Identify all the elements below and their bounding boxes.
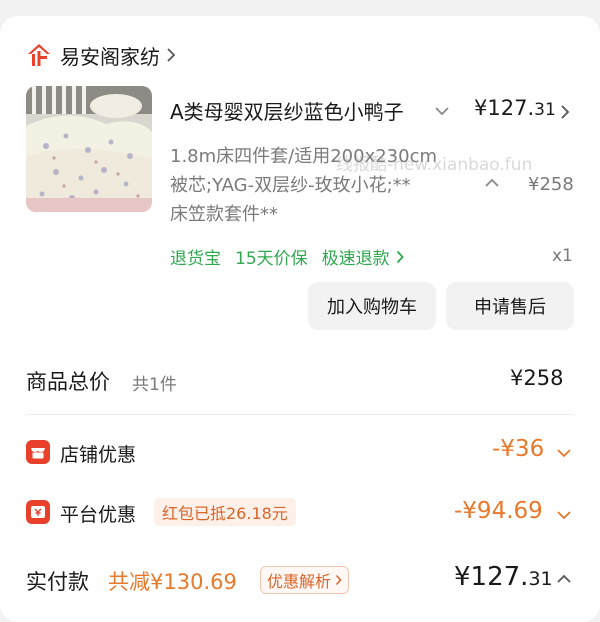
price-decimal: 31 — [534, 100, 556, 120]
chevron-right-icon — [396, 250, 404, 263]
shop-header[interactable]: 易安阁家纺 — [26, 40, 176, 70]
saved-amount: 共减¥130.69 — [108, 570, 237, 594]
chevron-right-icon[interactable] — [560, 104, 570, 120]
discount-detail-label: 优惠解析 — [267, 572, 332, 591]
service-guarantees[interactable]: 退货宝 15天价保 极速退款 — [170, 244, 404, 269]
shop-name: 易安阁家纺 — [60, 44, 160, 69]
chevron-up-icon[interactable] — [556, 574, 572, 584]
platform-discount-label: 平台优惠 — [60, 504, 137, 526]
chevron-down-icon[interactable] — [556, 510, 572, 520]
spec-line: 床笠款套件** — [170, 204, 278, 225]
chevron-down-icon[interactable] — [434, 106, 450, 116]
spec-line: 被芯;YAG-双层纱-玫玫小花;** — [170, 175, 411, 196]
service-return-insurance: 退货宝 — [170, 249, 221, 269]
service-fast-refund: 极速退款 — [321, 249, 390, 269]
paid-label: 实付款 — [26, 570, 89, 594]
paid-value: ¥127.31 — [454, 562, 553, 592]
store-discount-value[interactable]: -¥36 — [492, 436, 544, 462]
store-discount-label: 店铺优惠 — [60, 444, 137, 466]
divider — [26, 414, 574, 415]
platform-discount-value[interactable]: -¥94.69 — [454, 498, 543, 524]
item-count: 共1件 — [132, 375, 177, 395]
product-thumbnail[interactable] — [26, 86, 152, 212]
red-packet-tag: 红包已抵26.18元 — [154, 498, 296, 526]
product-paid-price: ¥127.31 — [474, 96, 556, 120]
original-price: ¥258 — [528, 174, 574, 195]
service-price-protection: 15天价保 — [235, 249, 308, 269]
chevron-down-icon[interactable] — [556, 448, 572, 458]
price-integer: ¥127. — [474, 96, 535, 120]
total-value: ¥258 — [510, 366, 564, 390]
platform-coupon-icon — [26, 500, 50, 524]
chevron-right-icon — [335, 575, 342, 585]
discount-detail-button[interactable]: 优惠解析 — [260, 566, 350, 594]
enterprise-logo-icon — [28, 44, 50, 66]
quantity: x1 — [552, 246, 573, 266]
paid-decimal: 31 — [528, 568, 553, 590]
total-label: 商品总价 — [26, 370, 110, 394]
store-icon — [26, 440, 50, 464]
watermark: 线报酷-new.xianbao.fun — [336, 155, 533, 175]
product-title[interactable]: A类母婴双层纱蓝色小鸭子 — [170, 96, 422, 125]
chevron-right-icon — [167, 48, 176, 62]
paid-integer: ¥127. — [454, 562, 529, 592]
chevron-up-icon[interactable] — [484, 178, 500, 188]
add-to-cart-button[interactable]: 加入购物车 — [308, 282, 436, 330]
after-sale-button[interactable]: 申请售后 — [446, 282, 574, 330]
